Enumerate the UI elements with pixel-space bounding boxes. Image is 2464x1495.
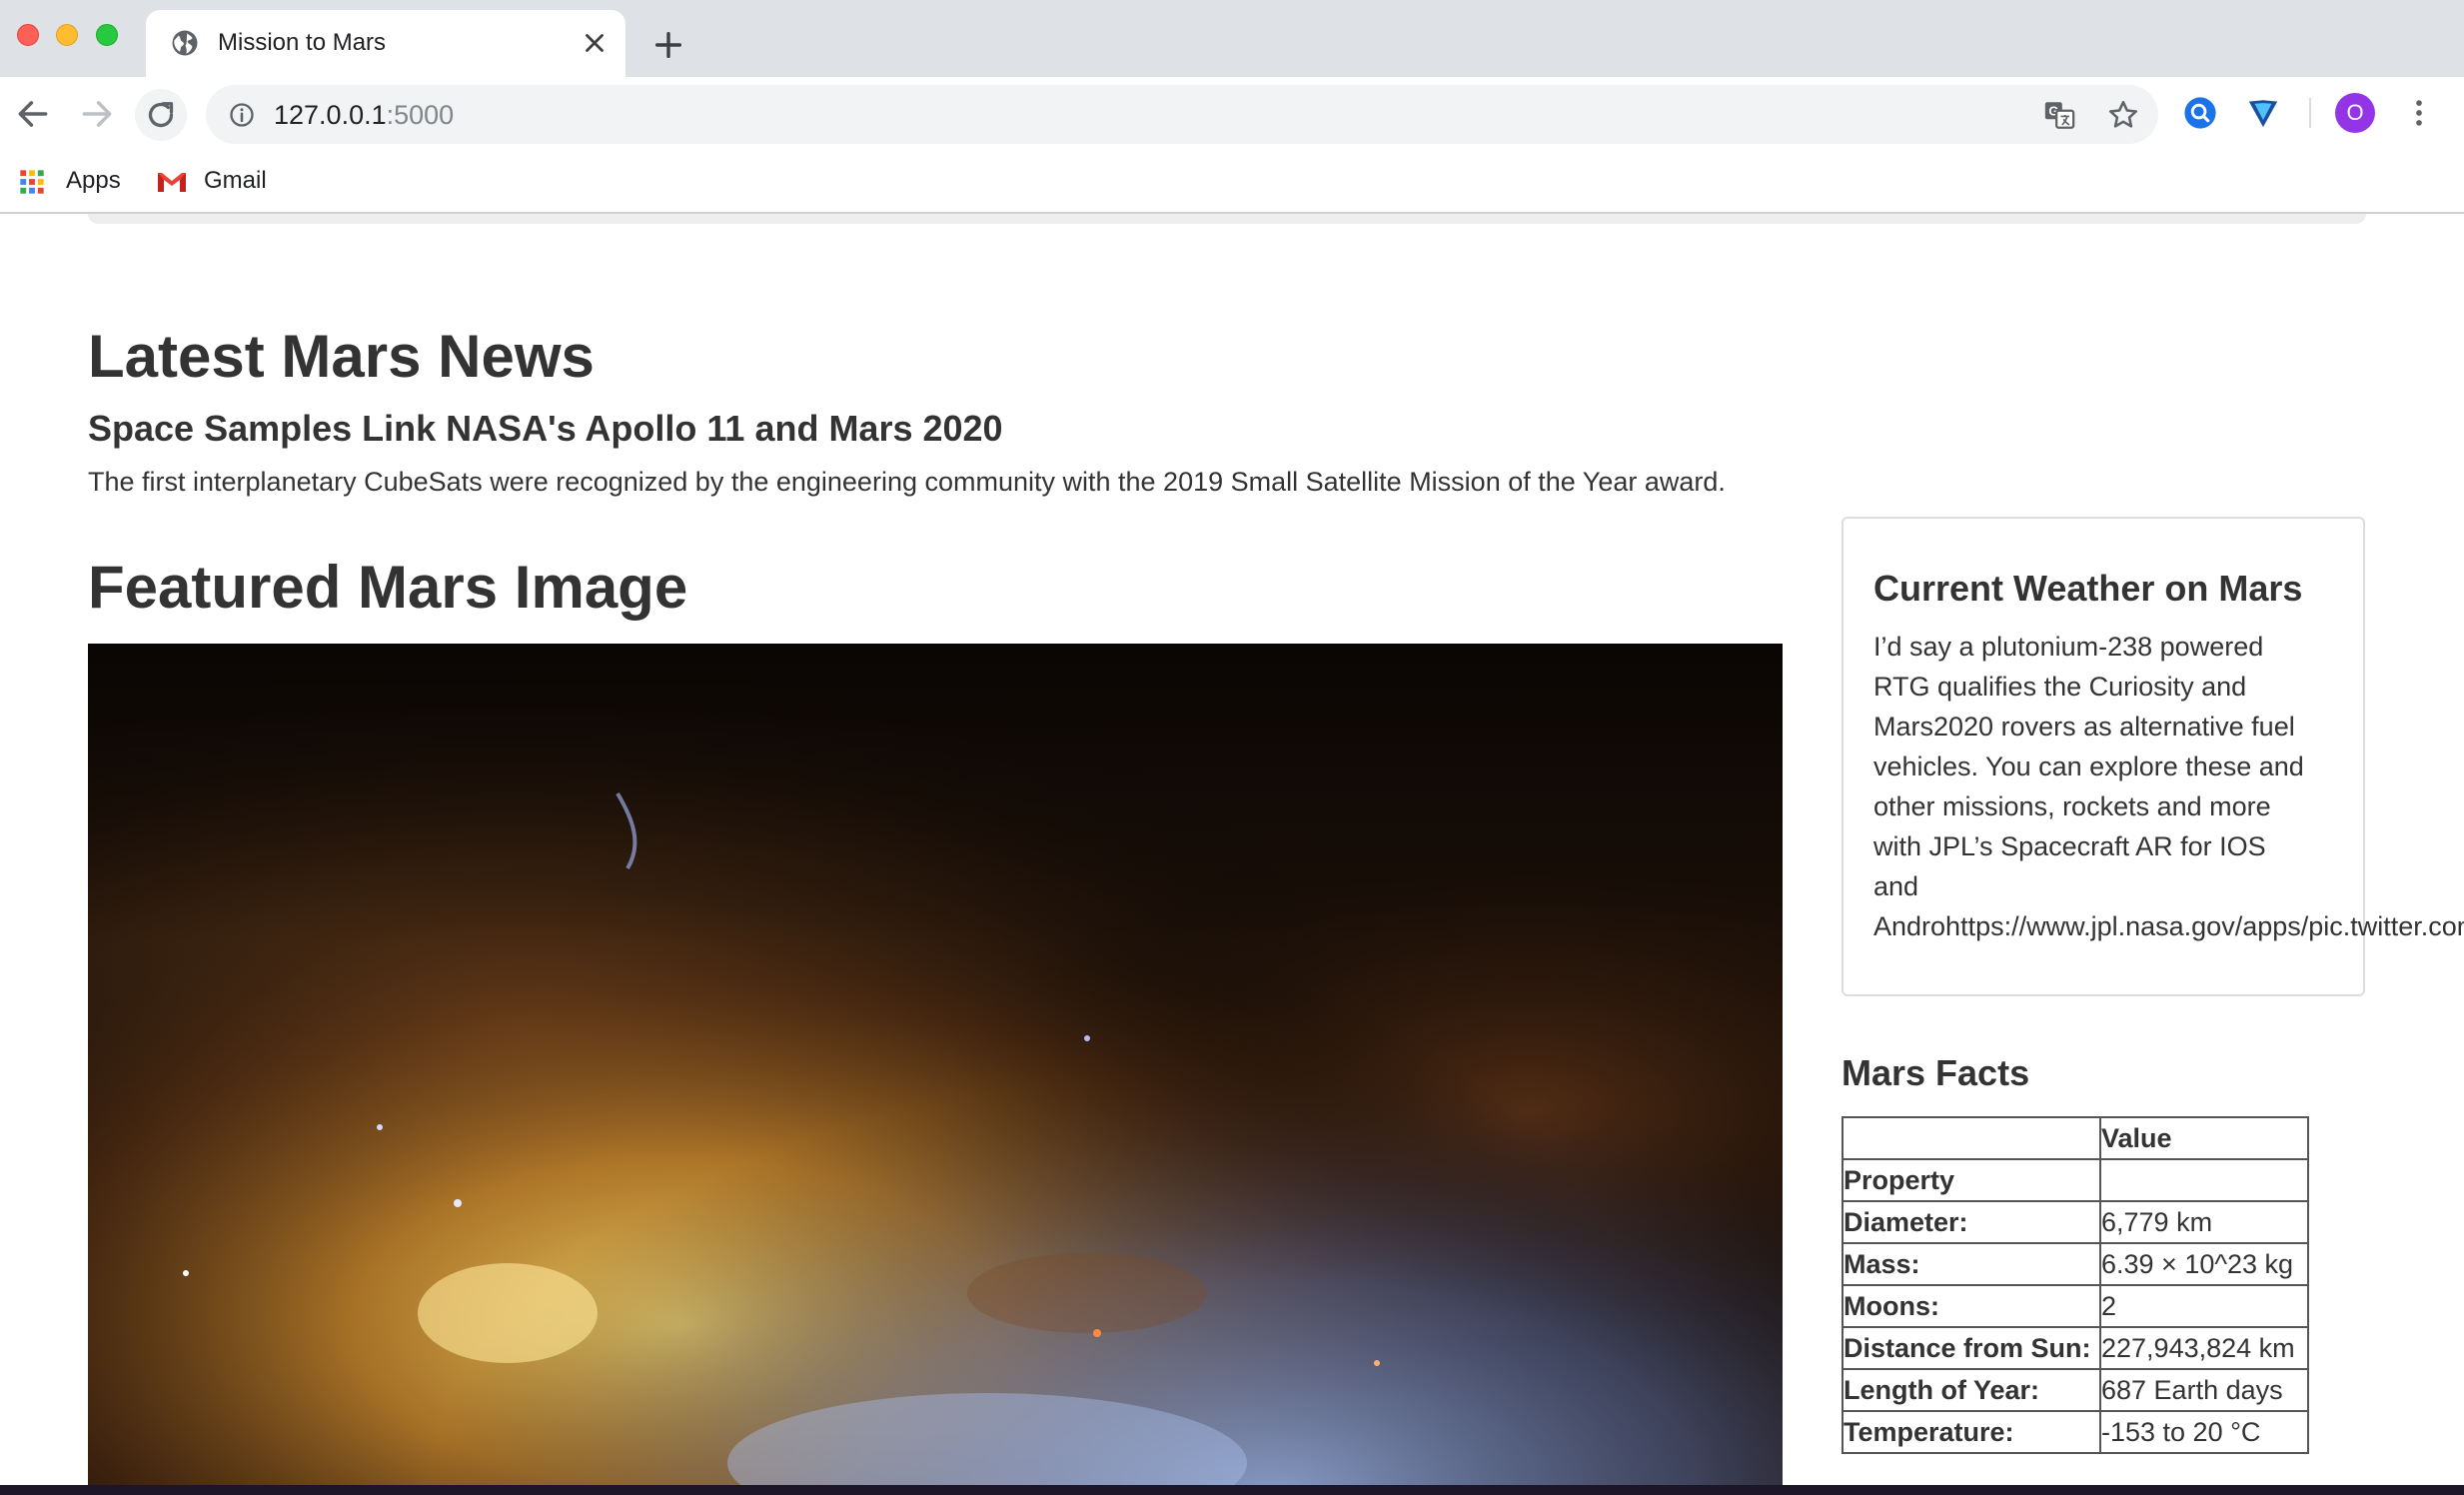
table-row: Distance from Sun: 227,943,824 km (1842, 1326, 2309, 1370)
new-tab-icon[interactable] (651, 28, 685, 62)
table-header-value: Value (2099, 1116, 2309, 1160)
globe-icon (172, 30, 198, 56)
info-icon[interactable] (228, 101, 256, 129)
featured-image-heading: Featured Mars Image (88, 554, 688, 621)
jumbotron-bottom-edge (88, 214, 2366, 224)
bookmark-apps-label: Apps (66, 167, 121, 194)
reload-button[interactable] (135, 89, 187, 141)
nebula-image (88, 644, 1783, 1495)
back-arrow-icon[interactable] (14, 95, 52, 133)
browser-tab-bar: Mission to Mars (0, 0, 2464, 77)
fact-property: Distance from Sun: (1842, 1326, 2101, 1370)
fact-value: 227,943,824 km (2099, 1326, 2309, 1370)
url-host: 127.0.0.1 (274, 100, 387, 130)
fact-value: -153 to 20 °C (2099, 1410, 2309, 1454)
fact-property: Mass: (1842, 1242, 2101, 1286)
apps-grid-icon (20, 170, 44, 194)
more-menu-icon[interactable] (2402, 96, 2436, 130)
weather-line: vehicles. You can explore these and (1873, 751, 2304, 781)
bookmarks-bar: Apps Gmail (0, 152, 2464, 214)
profile-avatar[interactable]: O (2335, 93, 2375, 133)
weather-heading: Current Weather on Mars (1873, 568, 2303, 609)
mars-facts-table: Value Property Diameter: 6,779 km Mass: … (1842, 1116, 2309, 1454)
fact-property: Diameter: (1842, 1200, 2101, 1244)
table-header-empty (1842, 1116, 2101, 1160)
bookmark-apps[interactable]: Apps (18, 164, 138, 198)
news-section-heading: Latest Mars News (88, 323, 595, 390)
fact-property: Temperature: (1842, 1410, 2101, 1454)
weather-line: other missions, rockets and more (1873, 791, 2271, 821)
weather-text: I’d say a plutonium-238 powered RTG qual… (1873, 627, 2464, 946)
shield-extension-icon[interactable] (2246, 96, 2280, 130)
featured-mars-image (88, 644, 1783, 1495)
page-content: Latest Mars News Space Samples Link NASA… (0, 214, 2464, 1495)
translate-icon[interactable]: G (2042, 98, 2076, 132)
fact-property: Length of Year: (1842, 1368, 2101, 1412)
weather-line: I’d say a plutonium-238 powered (1873, 632, 2264, 662)
table-header-row: Value (1842, 1116, 2309, 1160)
fact-value: 6.39 × 10^23 kg (2099, 1242, 2309, 1286)
weather-line: with JPL’s Spacecraft AR for IOS (1873, 831, 2266, 861)
search-extension-icon[interactable] (2183, 96, 2217, 130)
gmail-icon (158, 173, 186, 192)
url-port: :5000 (386, 100, 455, 130)
toolbar-separator (2309, 98, 2311, 128)
url-text[interactable]: 127.0.0.1:5000 (274, 98, 454, 132)
close-window-button[interactable] (17, 24, 39, 46)
weather-line: Mars2020 rovers as alternative fuel (1873, 712, 2295, 742)
tab-title: Mission to Mars (218, 29, 387, 56)
weather-line: RTG qualifies the Curiosity and (1873, 672, 2247, 702)
browser-tab[interactable]: Mission to Mars (146, 10, 625, 77)
table-row: Mass: 6.39 × 10^23 kg (1842, 1242, 2309, 1286)
bookmark-star-icon[interactable] (2106, 98, 2140, 132)
table-row: Temperature: -153 to 20 °C (1842, 1410, 2309, 1454)
browser-toolbar: 127.0.0.1:5000 G (0, 77, 2464, 152)
maximize-window-button[interactable] (96, 24, 118, 46)
weather-line: Androhttps://www.jpl.nasa.gov/apps/pic.t… (1873, 911, 2464, 941)
table-row: Length of Year: 687 Earth days (1842, 1368, 2309, 1412)
table-index-header: Property (1842, 1158, 2101, 1202)
fact-property: Moons: (1842, 1284, 2101, 1328)
table-cell-empty (2099, 1158, 2309, 1202)
table-row: Diameter: 6,779 km (1842, 1200, 2309, 1244)
bookmark-gmail[interactable]: Gmail (156, 164, 286, 198)
address-bar[interactable]: 127.0.0.1:5000 G (206, 85, 2158, 144)
table-row: Moons: 2 (1842, 1284, 2309, 1328)
weather-line: and (1873, 871, 1919, 901)
table-index-row: Property (1842, 1158, 2309, 1202)
fact-value: 687 Earth days (2099, 1368, 2309, 1412)
window-bottom-edge (0, 1485, 2464, 1495)
reload-icon (148, 102, 174, 128)
news-teaser: The first interplanetary CubeSats were r… (88, 467, 1726, 497)
fact-value: 6,779 km (2099, 1200, 2309, 1244)
weather-card: Current Weather on Mars I’d say a pluton… (1842, 517, 2464, 996)
minimize-window-button[interactable] (56, 24, 78, 46)
mars-facts-heading: Mars Facts (1842, 1052, 2030, 1093)
news-title: Space Samples Link NASA's Apollo 11 and … (88, 408, 1003, 449)
bookmark-gmail-label: Gmail (204, 167, 267, 194)
close-tab-icon[interactable] (580, 28, 610, 58)
forward-arrow-icon[interactable] (78, 95, 116, 133)
fact-value: 2 (2099, 1284, 2309, 1328)
